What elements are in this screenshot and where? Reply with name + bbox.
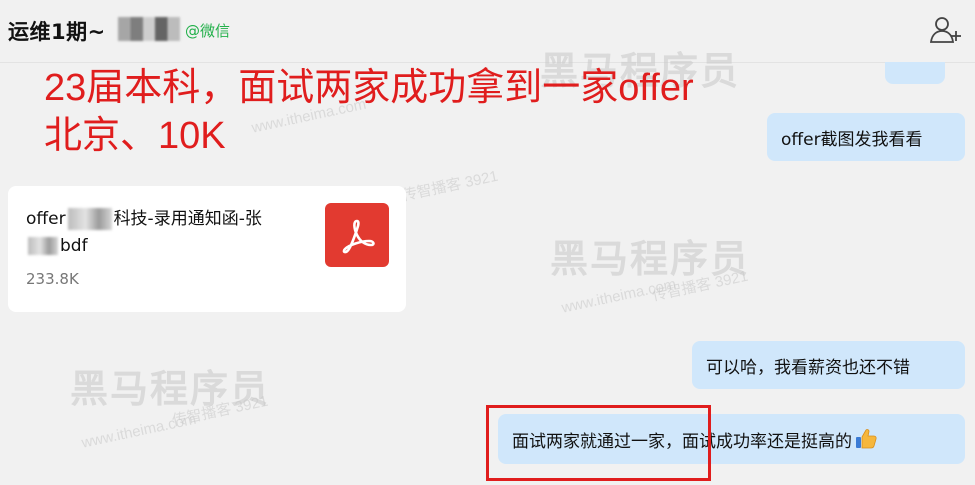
watermark: 黑马程序员: [550, 239, 751, 281]
watermark-tag: 传智播客 3921: [170, 392, 270, 430]
annotation-text: 23届本科，面试两家成功拿到一家offer 北京、10K: [44, 64, 694, 160]
watermark-tag: 传智播客 3921: [650, 267, 750, 305]
message-text: 可以哈，我看薪资也还不错: [706, 357, 910, 378]
file-name: offer 科技-录用通知函-张 bdf: [26, 208, 262, 256]
annotation-line-2: 北京、10K: [44, 115, 226, 157]
watermark-url: www.itheima.com: [80, 410, 198, 452]
add-member-icon[interactable]: [929, 14, 963, 46]
message-bubble[interactable]: offer截图发我看看: [767, 113, 965, 161]
thumbs-up-icon: [854, 427, 878, 451]
annotation-line-1: 23届本科，面试两家成功拿到一家offer: [44, 67, 694, 109]
message-text: offer截图发我看看: [781, 129, 923, 150]
file-message-card[interactable]: offer 科技-录用通知函-张 bdf 233.8K: [8, 186, 406, 312]
pdf-icon: [325, 203, 389, 267]
file-size: 233.8K: [26, 270, 79, 288]
blurred-text: [28, 237, 58, 255]
watermark-tag: 传智播客 3921: [400, 167, 500, 205]
message-bubble-partial: [885, 62, 945, 84]
watermark: 黑马程序员: [70, 369, 271, 411]
chat-title: 运维1期~: [8, 20, 106, 44]
message-bubble[interactable]: 可以哈，我看薪资也还不错: [692, 341, 965, 389]
chat-header: 运维1期~ @微信: [0, 0, 975, 63]
blurred-name: [118, 17, 180, 41]
watermark-url: www.itheima.com: [560, 275, 678, 317]
highlight-box: [486, 405, 711, 481]
blurred-text: [67, 208, 112, 230]
wechat-tag: @微信: [185, 22, 231, 40]
